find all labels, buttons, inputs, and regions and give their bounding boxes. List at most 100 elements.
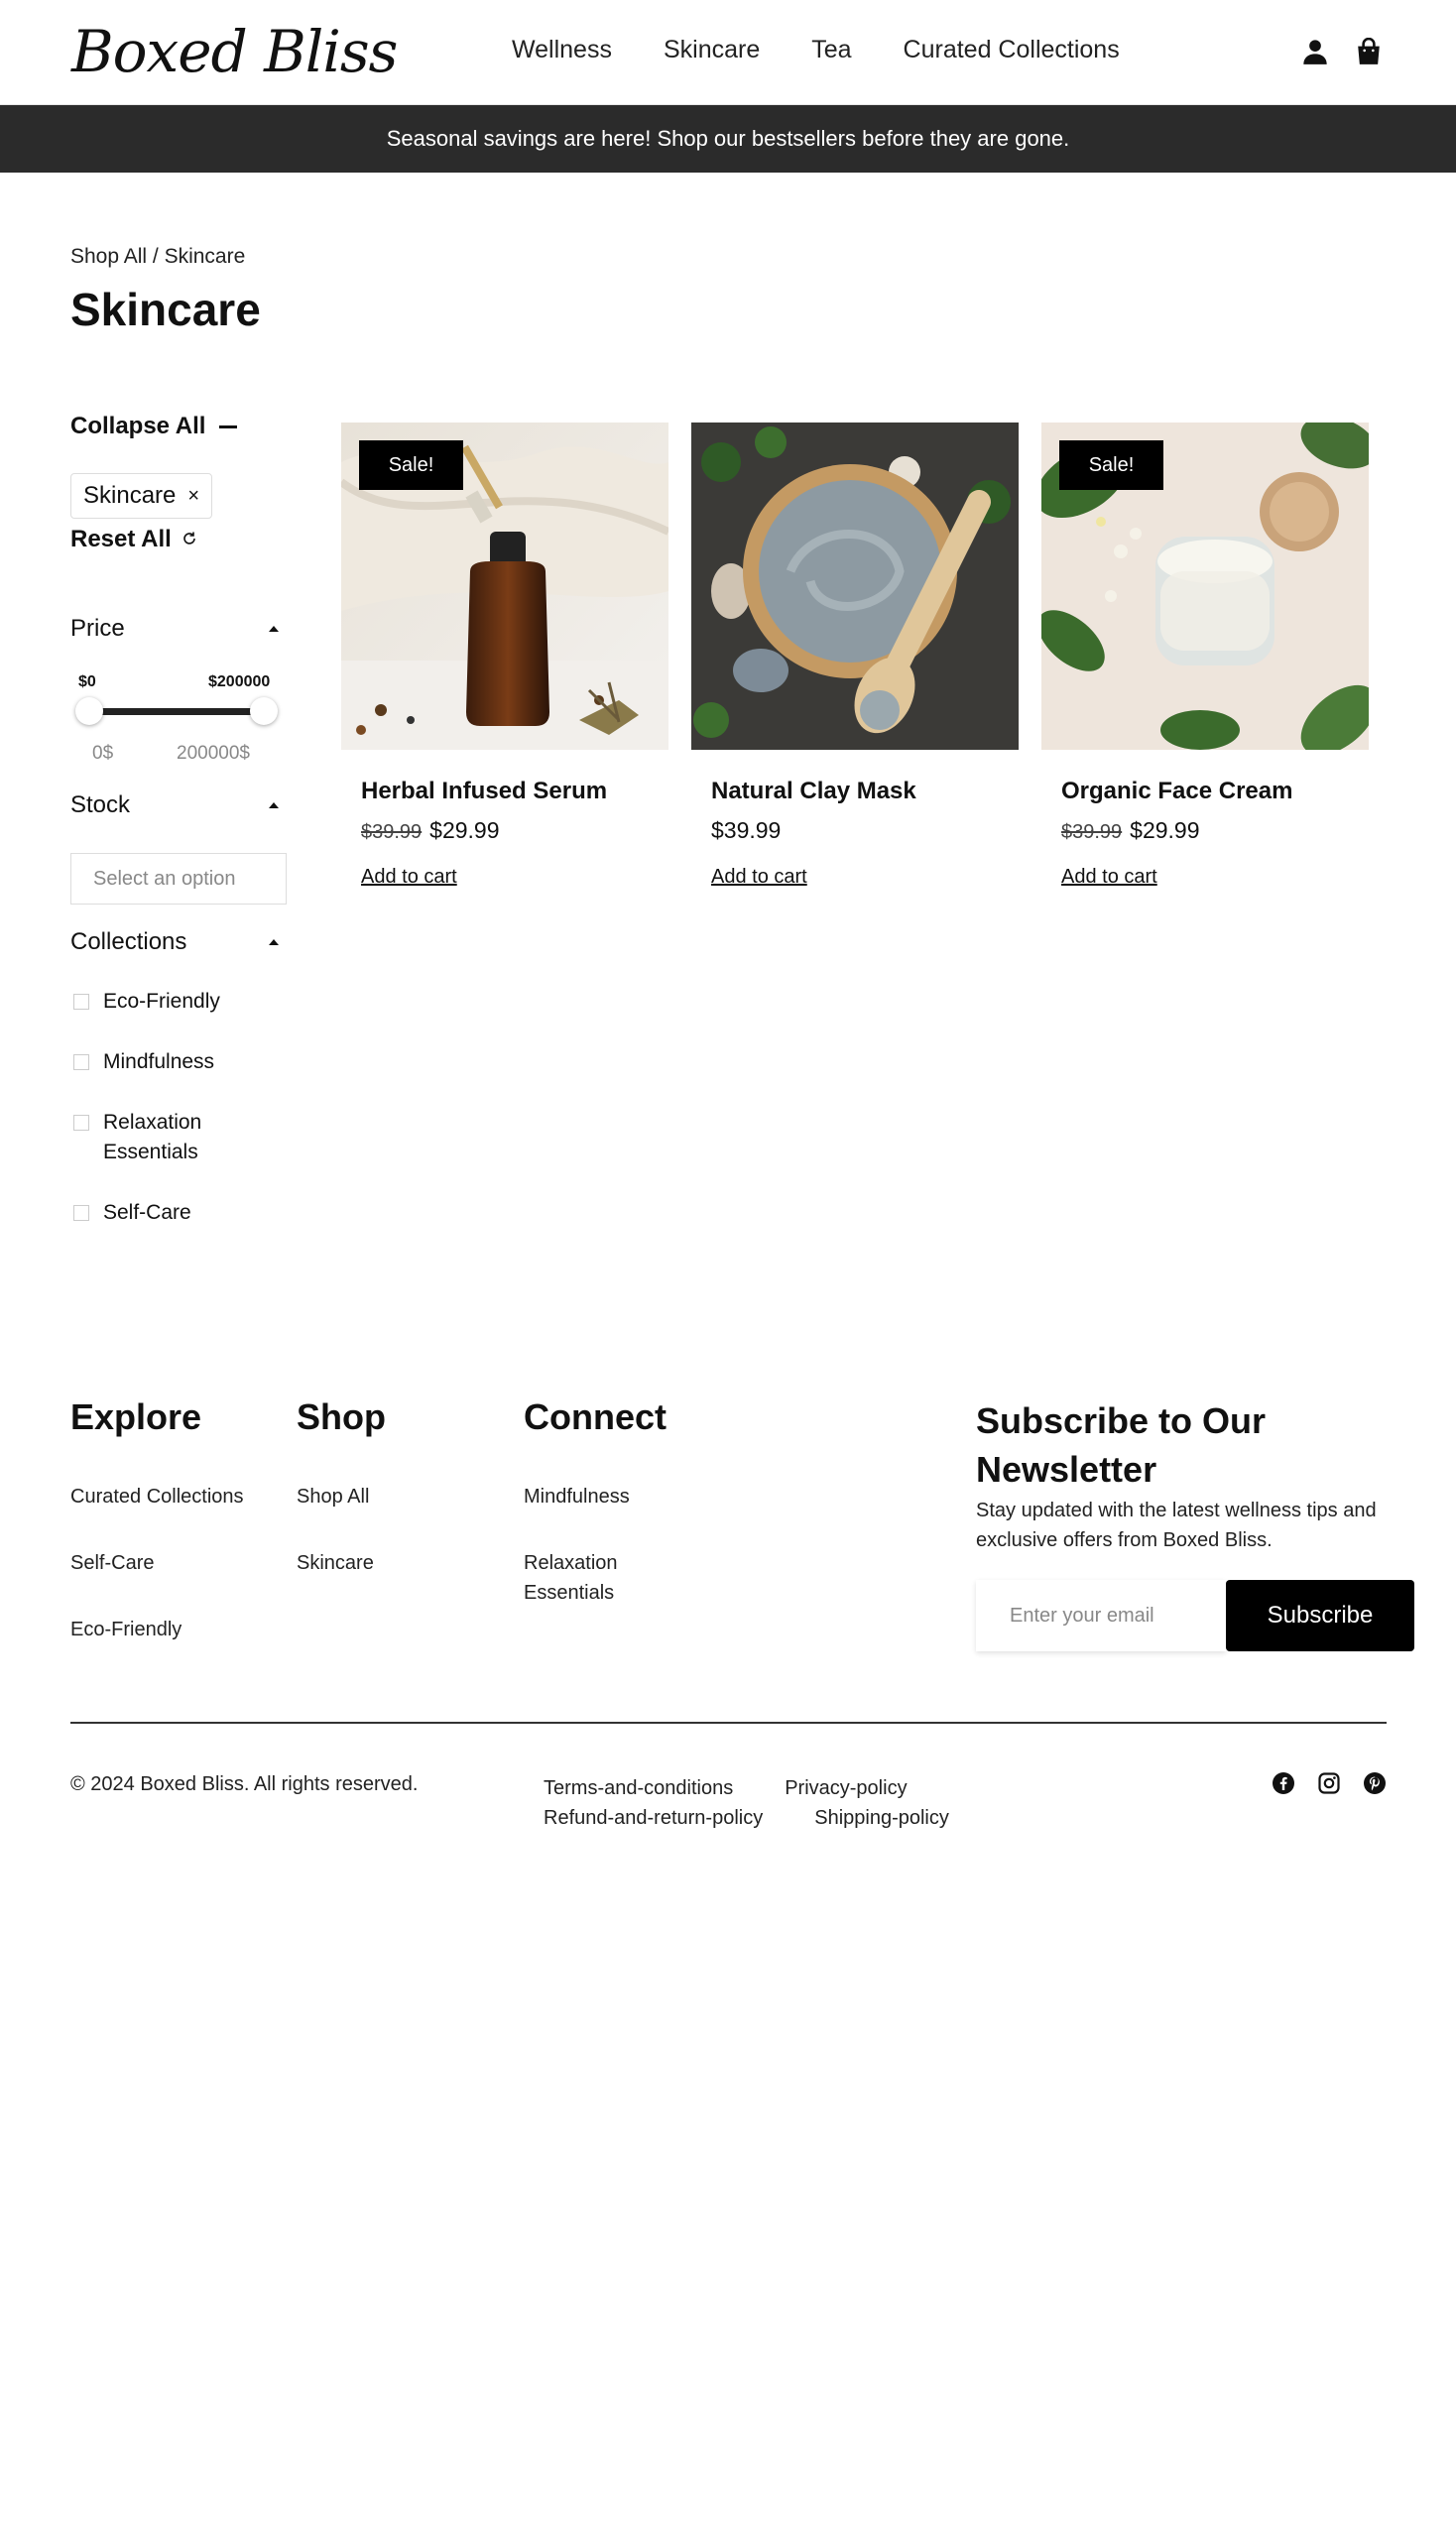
breadcrumb-separator: / xyxy=(147,245,165,268)
facebook-icon[interactable] xyxy=(1272,1771,1295,1795)
price-filter-label: Price xyxy=(70,615,125,642)
email-field[interactable]: Enter your email xyxy=(976,1580,1226,1651)
product-old-price: $39.99 xyxy=(361,821,423,843)
footer-link[interactable]: Mindfulness xyxy=(524,1482,663,1511)
announcement-text: Seasonal savings are here! Shop our best… xyxy=(386,126,1070,151)
refresh-icon xyxy=(182,526,197,553)
footer-shop: Shop Shop All Skincare xyxy=(297,1396,386,1615)
newsletter: Subscribe to Our Newsletter Stay updated… xyxy=(976,1396,1402,1555)
collapse-all-label: Collapse All xyxy=(70,413,206,439)
price-max-label: $200000 xyxy=(208,673,271,690)
product-card: Sale! Herbal Infused Serum $39.99 $29.99… xyxy=(341,423,668,889)
remove-filter-icon[interactable]: × xyxy=(187,485,199,508)
product-name[interactable]: Herbal Infused Serum xyxy=(361,778,668,805)
price-slider-min-handle[interactable] xyxy=(75,697,103,725)
add-to-cart-link[interactable]: Add to cart xyxy=(361,866,457,889)
pinterest-icon[interactable] xyxy=(1363,1771,1387,1795)
product-image-clay-mask[interactable] xyxy=(691,423,1019,750)
chevron-up-icon xyxy=(269,626,279,632)
checkbox[interactable] xyxy=(73,994,89,1010)
price-min-label: $0 xyxy=(78,673,96,690)
newsletter-text: Stay updated with the latest wellness ti… xyxy=(976,1500,1377,1551)
active-filter-label: Skincare xyxy=(83,482,177,509)
footer-link[interactable]: Shop All xyxy=(297,1482,386,1511)
stock-select[interactable]: Select an option xyxy=(70,853,287,905)
chevron-up-icon xyxy=(269,802,279,808)
product-image-face-cream[interactable]: Sale! xyxy=(1041,423,1369,750)
legal-link-terms[interactable]: Terms-and-conditions xyxy=(544,1777,733,1799)
collection-option-label: Eco-Friendly xyxy=(103,990,220,1013)
newsletter-title: Subscribe to Our Newsletter xyxy=(976,1400,1267,1490)
footer-connect-title: Connect xyxy=(524,1396,667,1437)
footer-shop-title: Shop xyxy=(297,1396,386,1437)
footer-link[interactable]: Skincare xyxy=(297,1548,386,1578)
sale-badge: Sale! xyxy=(359,440,463,490)
brand-logo[interactable]: Boxed Bliss xyxy=(71,18,398,85)
product-image-herbal-serum[interactable]: Sale! xyxy=(341,423,668,750)
stock-filter-toggle[interactable]: Stock xyxy=(70,791,285,819)
legal-link-privacy[interactable]: Privacy-policy xyxy=(785,1777,907,1799)
price-min-value: 0$ xyxy=(92,743,114,764)
sale-badge: Sale! xyxy=(1059,440,1163,490)
product-price: $39.99 $29.99 xyxy=(1061,817,1369,844)
bag-icon[interactable] xyxy=(1353,36,1385,67)
collection-option-label: Self-Care xyxy=(103,1201,191,1224)
reset-all-button[interactable]: Reset All xyxy=(70,526,197,553)
nav-item-curated-collections[interactable]: Curated Collections xyxy=(904,36,1120,64)
add-to-cart-link[interactable]: Add to cart xyxy=(1061,866,1157,889)
main-nav: Wellness Skincare Tea Curated Collection… xyxy=(512,36,1120,64)
product-regular-price: $39.99 xyxy=(711,817,782,843)
collections-filter-toggle[interactable]: Collections xyxy=(70,928,285,956)
chevron-up-icon xyxy=(269,939,279,945)
price-filter-toggle[interactable]: Price xyxy=(70,615,285,643)
nav-item-wellness[interactable]: Wellness xyxy=(512,36,612,64)
email-placeholder: Enter your email xyxy=(1010,1604,1154,1627)
price-slider-track[interactable] xyxy=(89,708,264,715)
footer-divider xyxy=(70,1722,1387,1724)
legal-link-refund[interactable]: Refund-and-return-policy xyxy=(544,1807,763,1829)
checkbox[interactable] xyxy=(73,1054,89,1070)
checkbox[interactable] xyxy=(73,1115,89,1131)
nav-item-tea[interactable]: Tea xyxy=(811,36,851,64)
site-header: Boxed Bliss Wellness Skincare Tea Curate… xyxy=(0,0,1456,105)
collection-option-label: Relaxation Essentials xyxy=(103,1111,202,1163)
product-price: $39.99 $29.99 xyxy=(361,817,668,844)
stock-filter-label: Stock xyxy=(70,791,131,818)
collection-option-relaxation-essentials[interactable]: Relaxation Essentials xyxy=(73,1108,202,1167)
checkbox[interactable] xyxy=(73,1205,89,1221)
instagram-icon[interactable] xyxy=(1317,1771,1341,1795)
collection-option-self-care[interactable]: Self-Care xyxy=(73,1198,292,1228)
add-to-cart-link[interactable]: Add to cart xyxy=(711,866,807,889)
breadcrumb-shop-all[interactable]: Shop All xyxy=(70,245,147,268)
product-sale-price: $29.99 xyxy=(429,817,500,843)
nav-item-skincare[interactable]: Skincare xyxy=(664,36,760,64)
subscribe-button[interactable]: Subscribe xyxy=(1226,1580,1414,1651)
newsletter-form: Enter your email Subscribe xyxy=(976,1580,1414,1651)
breadcrumb: Shop All / Skincare xyxy=(70,245,245,269)
product-name[interactable]: Natural Clay Mask xyxy=(711,778,1019,805)
product-sale-price: $29.99 xyxy=(1130,817,1200,843)
copyright: © 2024 Boxed Bliss. All rights reserved. xyxy=(70,1773,419,1795)
footer-connect: Connect Mindfulness Relaxation Essential… xyxy=(524,1396,667,1644)
collection-option-label: Mindfulness xyxy=(103,1050,215,1073)
breadcrumb-current: Skincare xyxy=(164,245,246,268)
footer-link[interactable]: Curated Collections xyxy=(70,1482,244,1511)
footer-link[interactable]: Eco-Friendly xyxy=(70,1615,244,1644)
collection-option-mindfulness[interactable]: Mindfulness xyxy=(73,1047,292,1077)
price-slider-max-handle[interactable] xyxy=(250,697,278,725)
account-icon[interactable] xyxy=(1299,36,1331,67)
collapse-all-button[interactable]: Collapse All xyxy=(70,413,238,440)
reset-all-label: Reset All xyxy=(70,526,172,552)
collection-option-eco-friendly[interactable]: Eco-Friendly xyxy=(73,987,292,1017)
footer-link[interactable]: Self-Care xyxy=(70,1548,244,1578)
product-card: Sale! Organic Face Cream $39.99 $29.99 A… xyxy=(1041,423,1369,889)
price-max-value: 200000$ xyxy=(177,743,250,764)
announcement-bar: Seasonal savings are here! Shop our best… xyxy=(0,105,1456,173)
header-actions xyxy=(1299,36,1385,67)
legal-link-shipping[interactable]: Shipping-policy xyxy=(814,1807,949,1829)
page-title: Skincare xyxy=(70,284,261,335)
product-name[interactable]: Organic Face Cream xyxy=(1061,778,1369,805)
product-card: Natural Clay Mask $39.99 Add to cart xyxy=(691,423,1019,889)
footer-link[interactable]: Relaxation Essentials xyxy=(524,1548,663,1608)
product-price: $39.99 xyxy=(711,817,1019,844)
